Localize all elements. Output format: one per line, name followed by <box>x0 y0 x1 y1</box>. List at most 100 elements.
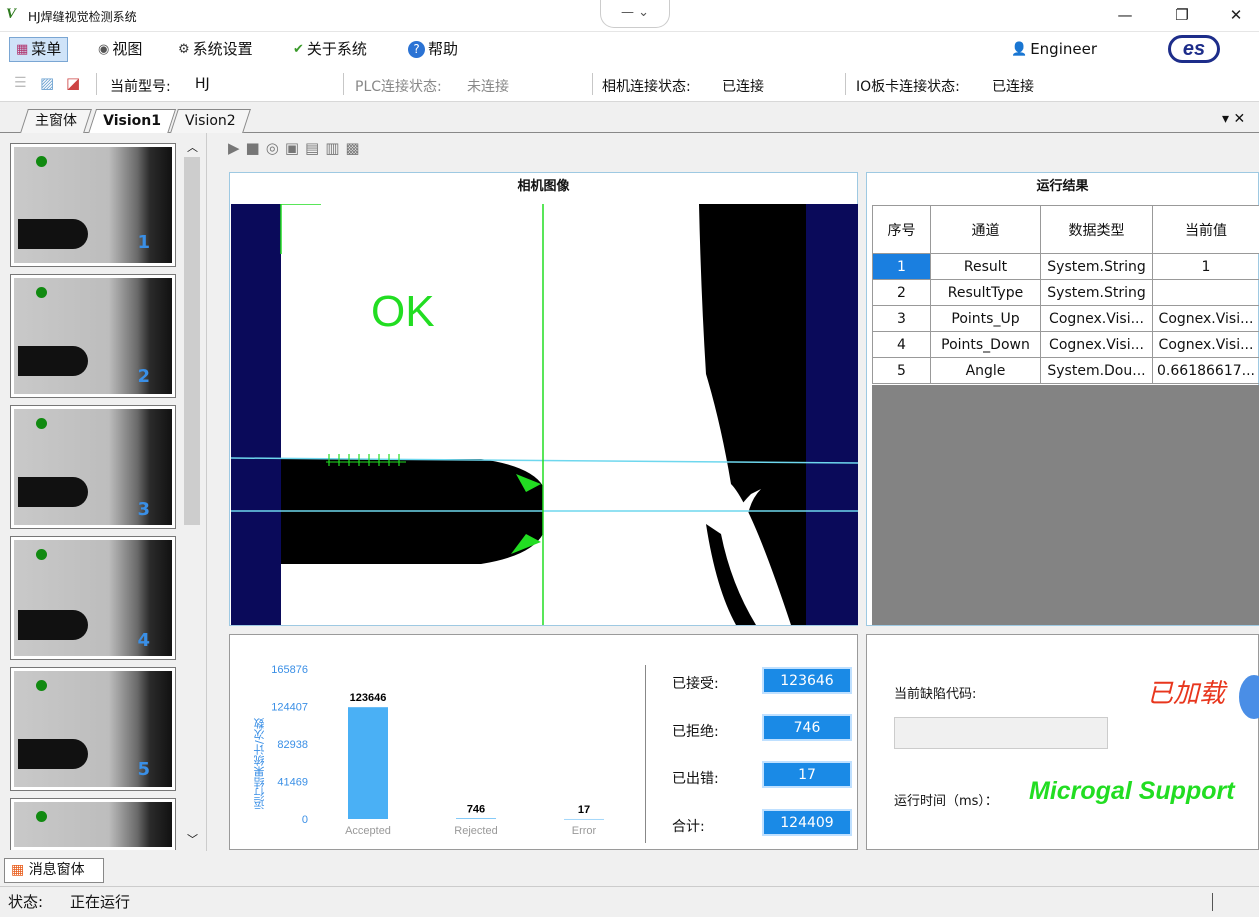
status-bar: 状态: 正在运行 <box>0 886 1259 917</box>
tab-main[interactable]: 主窗体 <box>20 109 92 133</box>
menu-item-menu[interactable]: ▦ 菜单 <box>9 37 69 62</box>
tab-menu-close-icons[interactable]: ▾ ✕ <box>1222 111 1245 127</box>
rejected-label: 已拒绝: <box>672 724 719 740</box>
close-button[interactable]: ✕ <box>1216 4 1256 26</box>
tab-label: Vision1 <box>103 113 162 129</box>
ok-text: OK <box>371 287 435 336</box>
settings-icon[interactable]: ▩ <box>345 139 365 157</box>
cell: 0.66186617... <box>1152 357 1259 384</box>
divider <box>1212 893 1213 911</box>
menu-item-label: 视图 <box>112 40 143 58</box>
table-row[interactable]: 4 Points_Down Cognex.Visi... Cognex.Visi... <box>872 331 1259 358</box>
bar-value-label: 123646 <box>350 692 387 704</box>
results-empty-area <box>872 385 1259 625</box>
accepted-count: 123646 <box>762 667 852 694</box>
menu-item-label: 菜单 <box>31 40 62 58</box>
message-window-tab[interactable]: ▦ 消息窗体 <box>4 858 104 883</box>
thumbnail-scrollbar[interactable]: ︿ ﹀ <box>182 139 202 849</box>
menu-item-view[interactable]: ◉ 视图 <box>92 37 148 62</box>
status-dot <box>36 680 47 691</box>
message-tab-label: 消息窗体 <box>28 862 85 878</box>
menu-item-about[interactable]: ✔ 关于系统 <box>287 37 373 62</box>
thumbnail-3[interactable]: 3 <box>10 405 176 529</box>
menu-item-settings[interactable]: ⚙ 系统设置 <box>172 37 259 62</box>
cell: System.String <box>1040 279 1153 306</box>
x-category-label: Error <box>572 825 597 837</box>
column-header[interactable]: 数据类型 <box>1040 205 1153 254</box>
io-status: 已连接 <box>992 79 1034 95</box>
save-as-icon[interactable]: ▥ <box>325 139 345 157</box>
total-label: 合计: <box>672 819 705 835</box>
image-toolbar: ▶■◎▣▤▥▩ <box>228 139 366 163</box>
camera-panel: 相机图像 OK <box>229 172 858 626</box>
status-dot <box>36 549 47 560</box>
model-value: HJ <box>195 76 210 92</box>
thumbnail-6[interactable] <box>10 798 176 850</box>
column-header[interactable]: 当前值 <box>1152 205 1259 254</box>
menu-item-label: 关于系统 <box>306 40 367 58</box>
float-button[interactable] <box>1239 675 1259 719</box>
save-icon[interactable]: ▤ <box>305 139 325 157</box>
stats-chart: 165876 124407 82938 41469 0 123646 Accepted 74… <box>271 664 604 837</box>
thumbnail-2[interactable]: 2 <box>10 274 176 398</box>
list-icon[interactable]: ☰ <box>14 75 27 91</box>
inspect-icon[interactable]: ◪ <box>66 74 80 92</box>
table-row[interactable]: 5 Angle System.Dou... 0.66186617... <box>872 357 1259 384</box>
camera-icon[interactable]: ■ <box>246 139 266 157</box>
gear-icon: ⚙ <box>178 42 190 57</box>
menu-icon: ▦ <box>16 42 29 57</box>
help-icon: ? <box>408 41 425 58</box>
total-count: 124409 <box>762 809 852 836</box>
thumbnail-number: 2 <box>137 366 150 387</box>
error-count: 17 <box>762 761 852 788</box>
minimize-button[interactable]: — <box>1105 4 1145 26</box>
thumbnail-number: 4 <box>137 630 150 651</box>
tab-vision1[interactable]: Vision1 <box>87 109 176 134</box>
connection-strip: ☰ ▨ ◪ 当前型号: HJ PLC连接状态: 未连接 相机连接状态: 已连接 … <box>0 66 1259 102</box>
column-header[interactable]: 序号 <box>872 205 931 254</box>
target-icon[interactable]: ◎ <box>266 139 285 157</box>
bar-value-label: 17 <box>578 804 590 816</box>
document-tabs: 主窗体 Vision1 Vision2 ▾ ✕ <box>0 103 1259 134</box>
run-time-label: 运行时间（ms）： <box>894 794 998 809</box>
scroll-thumb[interactable] <box>184 157 200 525</box>
thumbnail-4[interactable]: 4 <box>10 536 176 660</box>
cell: 3 <box>872 305 931 332</box>
bar-value-label: 746 <box>467 803 485 815</box>
thumbnail-5[interactable]: 5 <box>10 667 176 791</box>
cell: 1 <box>1152 253 1259 280</box>
defect-code-field[interactable] <box>894 717 1108 749</box>
play-icon[interactable]: ▶ <box>228 139 246 157</box>
chart-edit-icon[interactable]: ▨ <box>40 74 54 92</box>
bar-accepted <box>348 707 388 819</box>
eye-icon: ◉ <box>98 42 110 57</box>
status-dot <box>36 287 47 298</box>
model-label: 当前型号: <box>110 79 171 95</box>
user-name: Engineer <box>1030 40 1097 58</box>
scroll-up-icon[interactable]: ︿ <box>187 139 198 155</box>
maximize-button[interactable]: ❐ <box>1162 4 1202 26</box>
cell: ResultType <box>930 279 1041 306</box>
table-row[interactable]: 1 Result System.String 1 <box>872 253 1259 280</box>
tab-label: Vision2 <box>185 113 236 129</box>
table-row[interactable]: 2 ResultType System.String <box>872 279 1259 306</box>
camera-status: 已连接 <box>722 79 764 95</box>
scroll-down-icon[interactable]: ﹀ <box>187 831 198 847</box>
camera-image[interactable]: OK <box>231 204 858 625</box>
tab-vision2[interactable]: Vision2 <box>170 109 251 133</box>
cell: Points_Down <box>930 331 1041 358</box>
thumbnail-1[interactable]: 1 <box>10 143 176 267</box>
camera-label: 相机连接状态: <box>602 79 691 95</box>
title-dropdown-button[interactable]: — ⌄ <box>600 0 670 28</box>
column-header[interactable]: 通道 <box>930 205 1041 254</box>
results-table[interactable]: 序号 通道 数据类型 当前值 1 Result System.String 1 2 Re… <box>872 205 1259 384</box>
image-icon[interactable]: ▣ <box>285 139 305 157</box>
user-button[interactable]: 👤 Engineer <box>1005 37 1103 62</box>
menu-item-help[interactable]: ? 帮助 <box>402 37 464 62</box>
table-row[interactable]: 3 Points_Up Cognex.Visi... Cognex.Visi... <box>872 305 1259 332</box>
y-tick-label: 82938 <box>277 739 308 751</box>
menu-item-label: 帮助 <box>428 40 459 58</box>
support-text: Microgal Support <box>1029 777 1235 805</box>
brand-logo: es <box>1168 35 1220 63</box>
thumbnail-number: 3 <box>137 499 150 520</box>
